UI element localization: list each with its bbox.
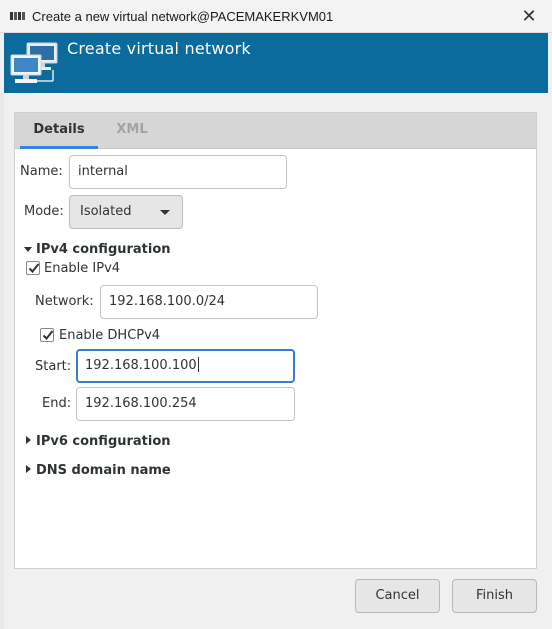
- enable-dhcpv4-checkbox[interactable]: [40, 328, 54, 342]
- network-input-value: 192.168.100.0/24: [109, 294, 226, 309]
- window-title: Create a new virtual network@PACEMAKERKV…: [32, 9, 334, 24]
- chevron-down-icon: [160, 210, 170, 215]
- virt-manager-icon: [10, 12, 25, 20]
- enable-ipv4-label: Enable IPv4: [44, 261, 121, 276]
- checkmark-icon: [28, 263, 40, 273]
- dhcp-end-input-value: 192.168.100.254: [85, 396, 197, 411]
- expander-down-icon[interactable]: [24, 247, 32, 252]
- network-icon: [10, 42, 58, 83]
- page-title: Create virtual network: [67, 39, 251, 58]
- finish-button[interactable]: Finish: [452, 579, 537, 613]
- window-border: [0, 93, 4, 629]
- tab-bar: Details XML: [15, 113, 536, 149]
- expander-right-icon[interactable]: [26, 436, 31, 444]
- ipv6-expander[interactable]: IPv6 configuration: [36, 434, 171, 449]
- enable-dhcpv4-label: Enable DHCPv4: [59, 328, 161, 343]
- network-input[interactable]: 192.168.100.0/24: [100, 285, 318, 319]
- dhcp-end-input[interactable]: 192.168.100.254: [76, 387, 295, 421]
- window-titlebar: Create a new virtual network@PACEMAKERKV…: [0, 0, 552, 33]
- tab-details[interactable]: Details: [20, 113, 98, 149]
- name-input[interactable]: internal: [69, 155, 287, 189]
- mode-select[interactable]: Isolated: [69, 195, 183, 229]
- mode-label: Mode:: [24, 204, 64, 219]
- wizard-header: Create virtual network: [4, 33, 548, 93]
- checkmark-icon: [42, 330, 54, 340]
- network-label: Network:: [35, 294, 94, 309]
- cancel-button[interactable]: Cancel: [355, 579, 440, 613]
- start-label: Start:: [35, 359, 72, 374]
- name-label: Name:: [20, 164, 63, 179]
- dhcp-start-input[interactable]: 192.168.100.100: [76, 349, 295, 383]
- ipv4-expander[interactable]: IPv4 configuration: [36, 242, 171, 257]
- mode-select-value: Isolated: [80, 204, 132, 219]
- text-caret: [197, 357, 199, 372]
- close-icon[interactable]: ✕: [514, 3, 544, 29]
- expander-right-icon[interactable]: [26, 465, 31, 473]
- dhcp-start-input-value: 192.168.100.100: [85, 358, 197, 373]
- name-input-value: internal: [78, 164, 128, 179]
- tab-xml[interactable]: XML: [103, 113, 161, 149]
- enable-ipv4-checkbox[interactable]: [26, 261, 40, 275]
- end-label: End:: [42, 396, 72, 411]
- dns-expander[interactable]: DNS domain name: [36, 463, 171, 478]
